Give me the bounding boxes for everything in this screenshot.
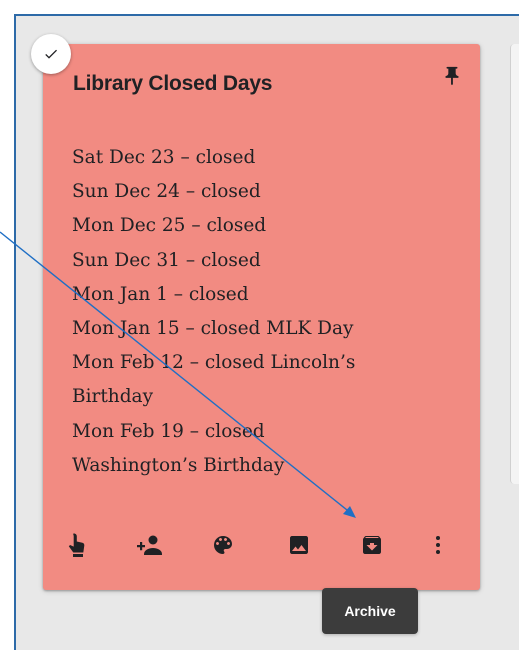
more-button[interactable] xyxy=(423,530,453,560)
check-icon xyxy=(45,49,57,59)
note-line: Mon Feb 19 – closed xyxy=(72,420,265,442)
note-line: Birthday xyxy=(72,386,154,408)
archive-icon xyxy=(363,536,381,554)
note-line: Mon Jan 1 – closed xyxy=(72,283,249,305)
note-line: Sun Dec 31 – closed xyxy=(72,249,261,271)
note-body[interactable]: Sat Dec 23 – closed Sun Dec 24 – closed … xyxy=(72,141,472,483)
note-line: Mon Feb 12 – closed Lincoln’s xyxy=(72,352,356,374)
adjacent-note-edge[interactable] xyxy=(510,44,519,484)
note-line: Mon Jan 15 – closed MLK Day xyxy=(72,318,354,340)
archive-button[interactable] xyxy=(357,530,387,560)
archive-tooltip: Archive xyxy=(322,588,418,634)
pin-button[interactable] xyxy=(440,64,464,88)
background-options-button[interactable] xyxy=(208,530,238,560)
remind-me-button[interactable] xyxy=(62,530,92,560)
note-line: Sun Dec 24 – closed xyxy=(72,181,261,203)
note-line: Mon Dec 25 – closed xyxy=(72,215,267,237)
note-title[interactable]: Library Closed Days xyxy=(73,72,272,96)
remind-me-icon xyxy=(68,533,85,557)
note-line: Washington’s Birthday xyxy=(72,454,285,476)
palette-icon xyxy=(214,536,232,554)
select-note-button[interactable] xyxy=(31,34,71,74)
note-line: Sat Dec 23 – closed xyxy=(72,147,256,168)
add-image-button[interactable] xyxy=(284,530,314,560)
pin-icon xyxy=(445,66,459,86)
image-icon xyxy=(290,536,308,554)
collaborator-icon xyxy=(137,535,162,555)
more-icon xyxy=(436,536,440,554)
collaborator-button[interactable] xyxy=(135,530,165,560)
